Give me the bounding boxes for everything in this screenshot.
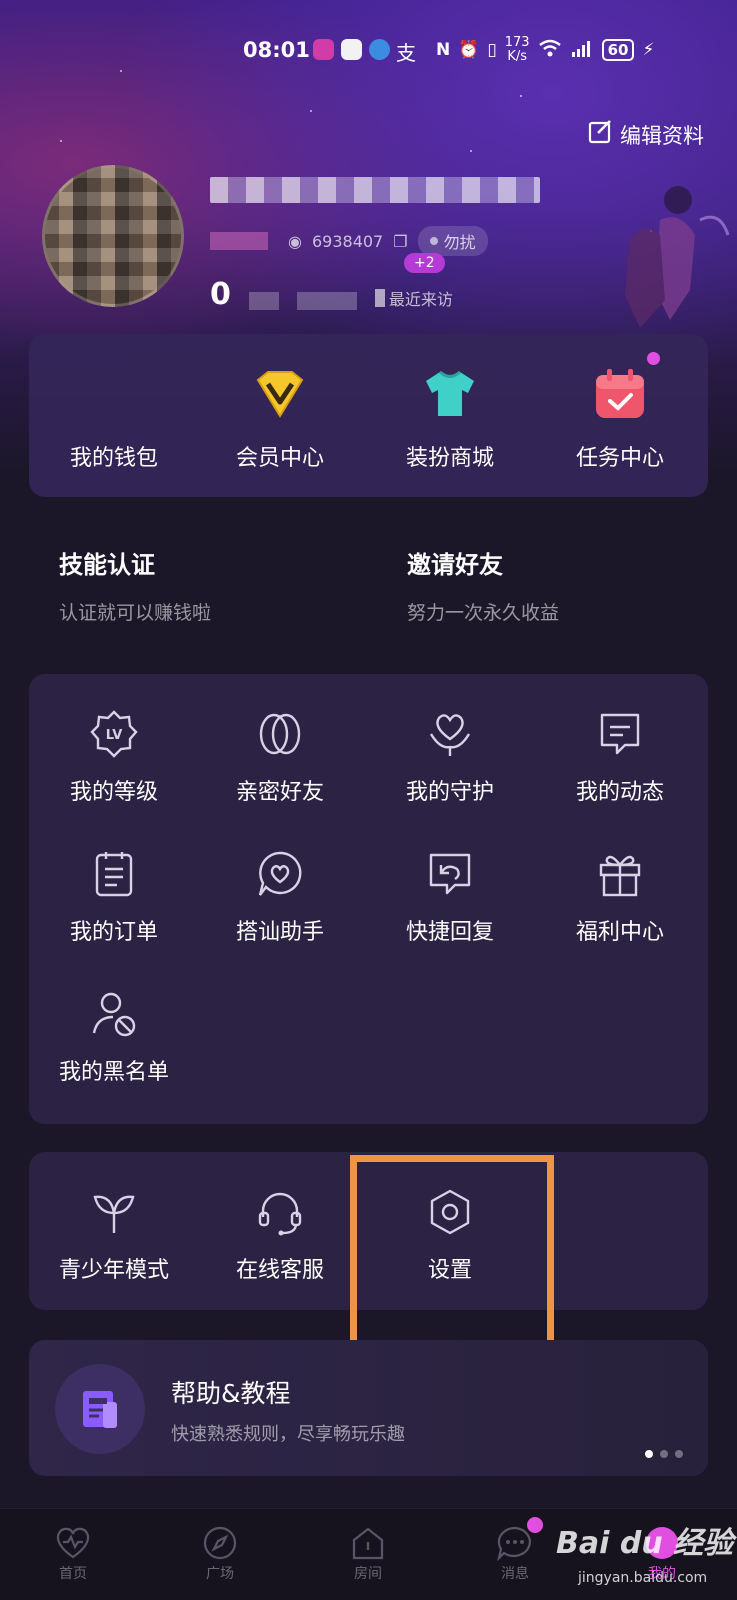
decorative-dancers-illustration <box>625 186 730 328</box>
quick-reply-icon <box>365 844 535 904</box>
avatar[interactable] <box>42 165 184 307</box>
message-icon <box>465 1517 565 1563</box>
pager-dot-active <box>645 1450 653 1458</box>
edit-profile-label: 编辑资料 <box>620 123 704 148</box>
headset-icon <box>195 1182 365 1242</box>
chat-heart-icon <box>195 844 365 904</box>
vibrate-icon: ▯ <box>487 40 497 60</box>
stat-count[interactable]: 0 <box>210 280 231 310</box>
nav-messages[interactable]: 消息 <box>465 1517 565 1583</box>
carousel-pager <box>645 1450 683 1458</box>
feature-grid-card: LV 我的等级 亲密好友 我的守护 我的动态 我的订单 搭讪助手 快捷回复 福利… <box>29 674 708 1124</box>
wallet-button[interactable]: 我的钱包 <box>29 364 199 472</box>
wifi-icon <box>538 39 562 62</box>
pager-dot <box>675 1450 683 1458</box>
skill-certification-promo[interactable]: 技能认证 认证就可以赚钱啦 <box>59 545 211 625</box>
help-icon <box>55 1364 145 1454</box>
my-moments-button[interactable]: 我的动态 <box>535 704 705 806</box>
nav-plaza[interactable]: 广场 <box>170 1523 270 1583</box>
moments-icon <box>535 704 705 764</box>
alarm-icon: ⏰ <box>458 40 480 60</box>
app-notification-icon <box>369 39 390 60</box>
my-level-button[interactable]: LV 我的等级 <box>29 704 199 806</box>
app-notification-icon <box>313 39 334 60</box>
quick-reply-button[interactable]: 快捷回复 <box>365 844 535 946</box>
vip-diamond-icon <box>195 364 365 424</box>
blurred-stat <box>248 292 279 310</box>
copy-icon[interactable]: ❐ <box>393 232 407 251</box>
blacklist-user-icon <box>29 984 199 1044</box>
network-speed: 173 K/s <box>504 35 530 64</box>
nav-home[interactable]: 首页 <box>23 1523 123 1583</box>
teen-mode-button[interactable]: 青少年模式 <box>29 1182 199 1284</box>
pager-dot <box>660 1450 668 1458</box>
svg-text:LV: LV <box>106 728 123 743</box>
help-tutorial-banner[interactable]: 帮助&教程 快速熟悉规则，尽享畅玩乐趣 <box>29 1340 708 1476</box>
nav-room[interactable]: 房间 <box>318 1523 418 1583</box>
edit-icon <box>588 119 614 150</box>
baidu-watermark-url: jingyan.baidu.com <box>578 1570 708 1586</box>
recent-visits[interactable]: 最近来访 <box>374 286 453 310</box>
dnd-status-pill[interactable]: 勿扰 <box>417 226 488 256</box>
user-id-row: ◉ 6938407 ❐ 勿扰 <box>210 226 488 256</box>
battery-indicator: 60 <box>601 39 635 61</box>
intimate-friends-icon <box>195 704 365 764</box>
level-badge-icon: LV <box>29 704 199 764</box>
baidu-watermark: Bai du 经验 <box>556 1526 734 1561</box>
calendar-check-icon <box>535 352 705 424</box>
house-icon <box>318 1523 418 1563</box>
guard-heart-icon <box>365 704 535 764</box>
notification-dot <box>647 352 660 365</box>
sprout-icon <box>29 1182 199 1242</box>
unread-dot <box>527 1517 543 1533</box>
status-dot <box>429 237 438 245</box>
order-list-icon <box>29 844 199 904</box>
invite-friends-promo[interactable]: 邀请好友 努力一次永久收益 <box>407 545 559 625</box>
chat-assistant-button[interactable]: 搭讪助手 <box>195 844 365 946</box>
blacklist-button[interactable]: 我的黑名单 <box>29 984 199 1086</box>
intimate-friends-button[interactable]: 亲密好友 <box>195 704 365 806</box>
settings-highlight-annotation <box>350 1155 554 1355</box>
online-support-button[interactable]: 在线客服 <box>195 1182 365 1284</box>
app-notification-icon <box>341 39 362 60</box>
heartbeat-icon <box>23 1523 123 1563</box>
charging-icon: ⚡ <box>642 40 655 60</box>
welfare-center-button[interactable]: 福利中心 <box>535 844 705 946</box>
help-subtitle: 快速熟悉规则，尽享畅玩乐趣 <box>171 1424 405 1445</box>
compass-icon <box>170 1523 270 1563</box>
signal-icon <box>570 39 594 62</box>
alipay-icon: 支 <box>396 41 416 65</box>
nfc-icon: N <box>436 40 451 60</box>
my-orders-button[interactable]: 我的订单 <box>29 844 199 946</box>
my-guard-button[interactable]: 我的守护 <box>365 704 535 806</box>
task-center-button[interactable]: 任务中心 <box>535 352 705 472</box>
status-bar: 08:01 支 N ⏰ ▯ 173 K/s 60 ⚡ <box>0 30 737 70</box>
status-time: 08:01 <box>243 38 310 62</box>
quick-actions-card: 我的钱包 会员中心 装扮商城 任务中心 <box>29 334 708 497</box>
username-blurred <box>210 177 540 203</box>
blurred-tag <box>210 232 268 250</box>
edit-profile-button[interactable]: 编辑资料 <box>588 119 704 150</box>
wallet-icon <box>29 364 199 424</box>
help-title: 帮助&教程 <box>171 1379 291 1408</box>
visitor-icon <box>374 289 385 307</box>
id-icon: ◉ <box>288 231 302 251</box>
visitor-count-badge: +2 <box>404 253 445 273</box>
tshirt-icon <box>365 364 535 424</box>
gift-icon <box>535 844 705 904</box>
stats-row: 0 最近来访 <box>210 280 453 310</box>
dress-up-shop-button[interactable]: 装扮商城 <box>365 364 535 472</box>
vip-center-button[interactable]: 会员中心 <box>195 364 365 472</box>
blurred-stat <box>296 292 357 310</box>
user-id: 6938407 <box>311 231 384 251</box>
